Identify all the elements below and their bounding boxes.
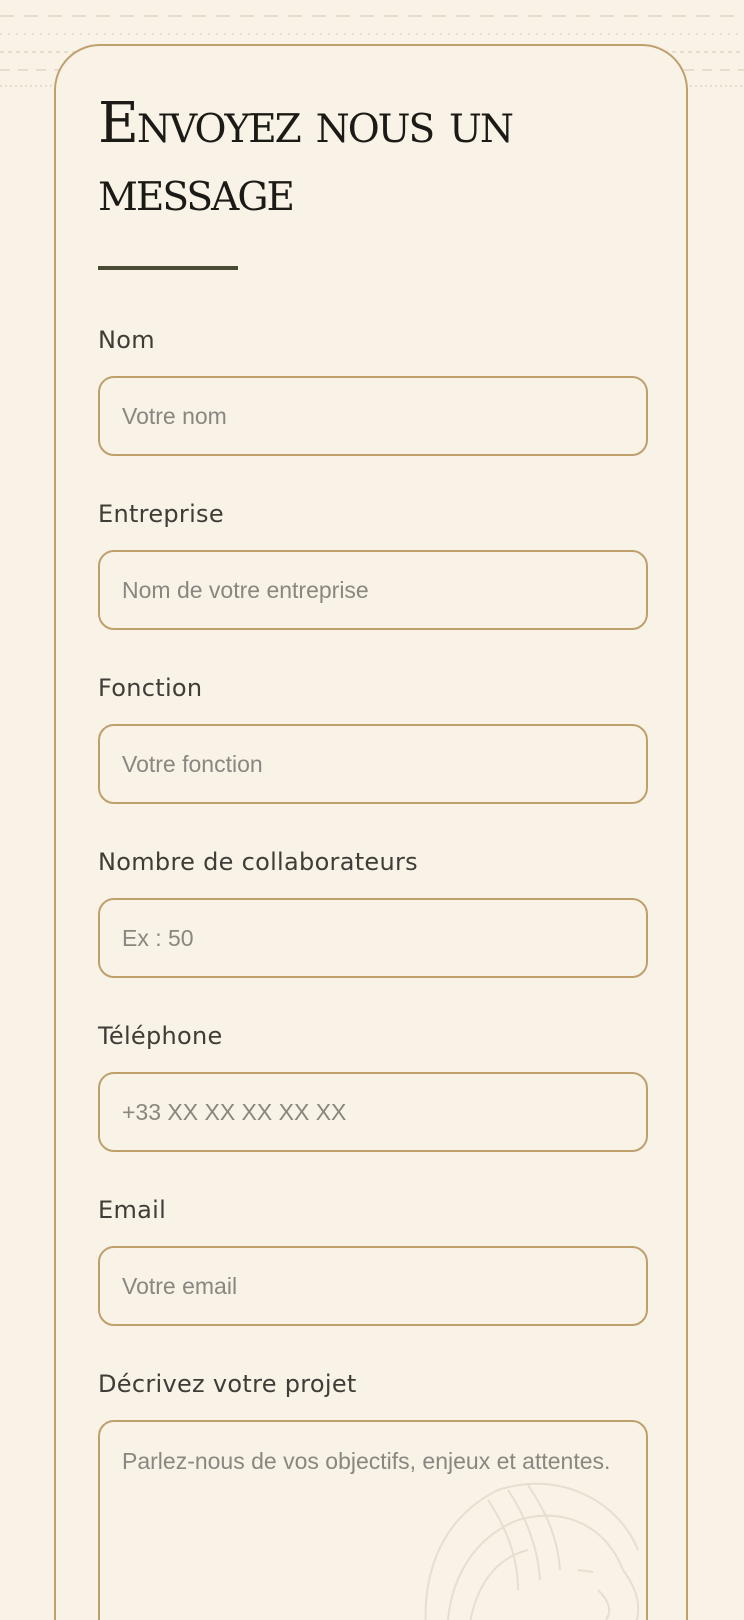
- company-input[interactable]: [98, 550, 648, 630]
- field-fonction: Fonction: [98, 674, 648, 804]
- contact-form-card: Envoyez nous un message Nom Entreprise F…: [54, 44, 688, 1620]
- project-description-textarea[interactable]: [98, 1420, 648, 1620]
- field-entreprise: Entreprise: [98, 500, 648, 630]
- form-title-line2: message: [98, 159, 295, 224]
- field-label-collaborateurs: Nombre de collaborateurs: [98, 848, 418, 876]
- field-telephone: Téléphone: [98, 1022, 648, 1152]
- field-label-telephone: Téléphone: [98, 1022, 223, 1050]
- field-email: Email: [98, 1196, 648, 1326]
- form-title-line1: Envoyez nous un: [98, 91, 514, 156]
- field-label-nom: Nom: [98, 326, 155, 354]
- job-title-input[interactable]: [98, 724, 648, 804]
- field-projet: Décrivez votre projet: [98, 1370, 648, 1620]
- phone-input[interactable]: [98, 1072, 648, 1152]
- field-collaborateurs: Nombre de collaborateurs: [98, 848, 648, 978]
- field-nom: Nom: [98, 326, 648, 456]
- name-input[interactable]: [98, 376, 648, 456]
- field-label-entreprise: Entreprise: [98, 500, 224, 528]
- project-textarea-wrapper: [98, 1420, 648, 1620]
- form-title: Envoyez nous un message: [98, 90, 648, 226]
- title-underline: [98, 266, 238, 270]
- email-input[interactable]: [98, 1246, 648, 1326]
- contact-form: Envoyez nous un message Nom Entreprise F…: [98, 90, 648, 1620]
- field-label-fonction: Fonction: [98, 674, 203, 702]
- field-label-projet: Décrivez votre projet: [98, 1370, 357, 1398]
- employee-count-input[interactable]: [98, 898, 648, 978]
- field-label-email: Email: [98, 1196, 167, 1224]
